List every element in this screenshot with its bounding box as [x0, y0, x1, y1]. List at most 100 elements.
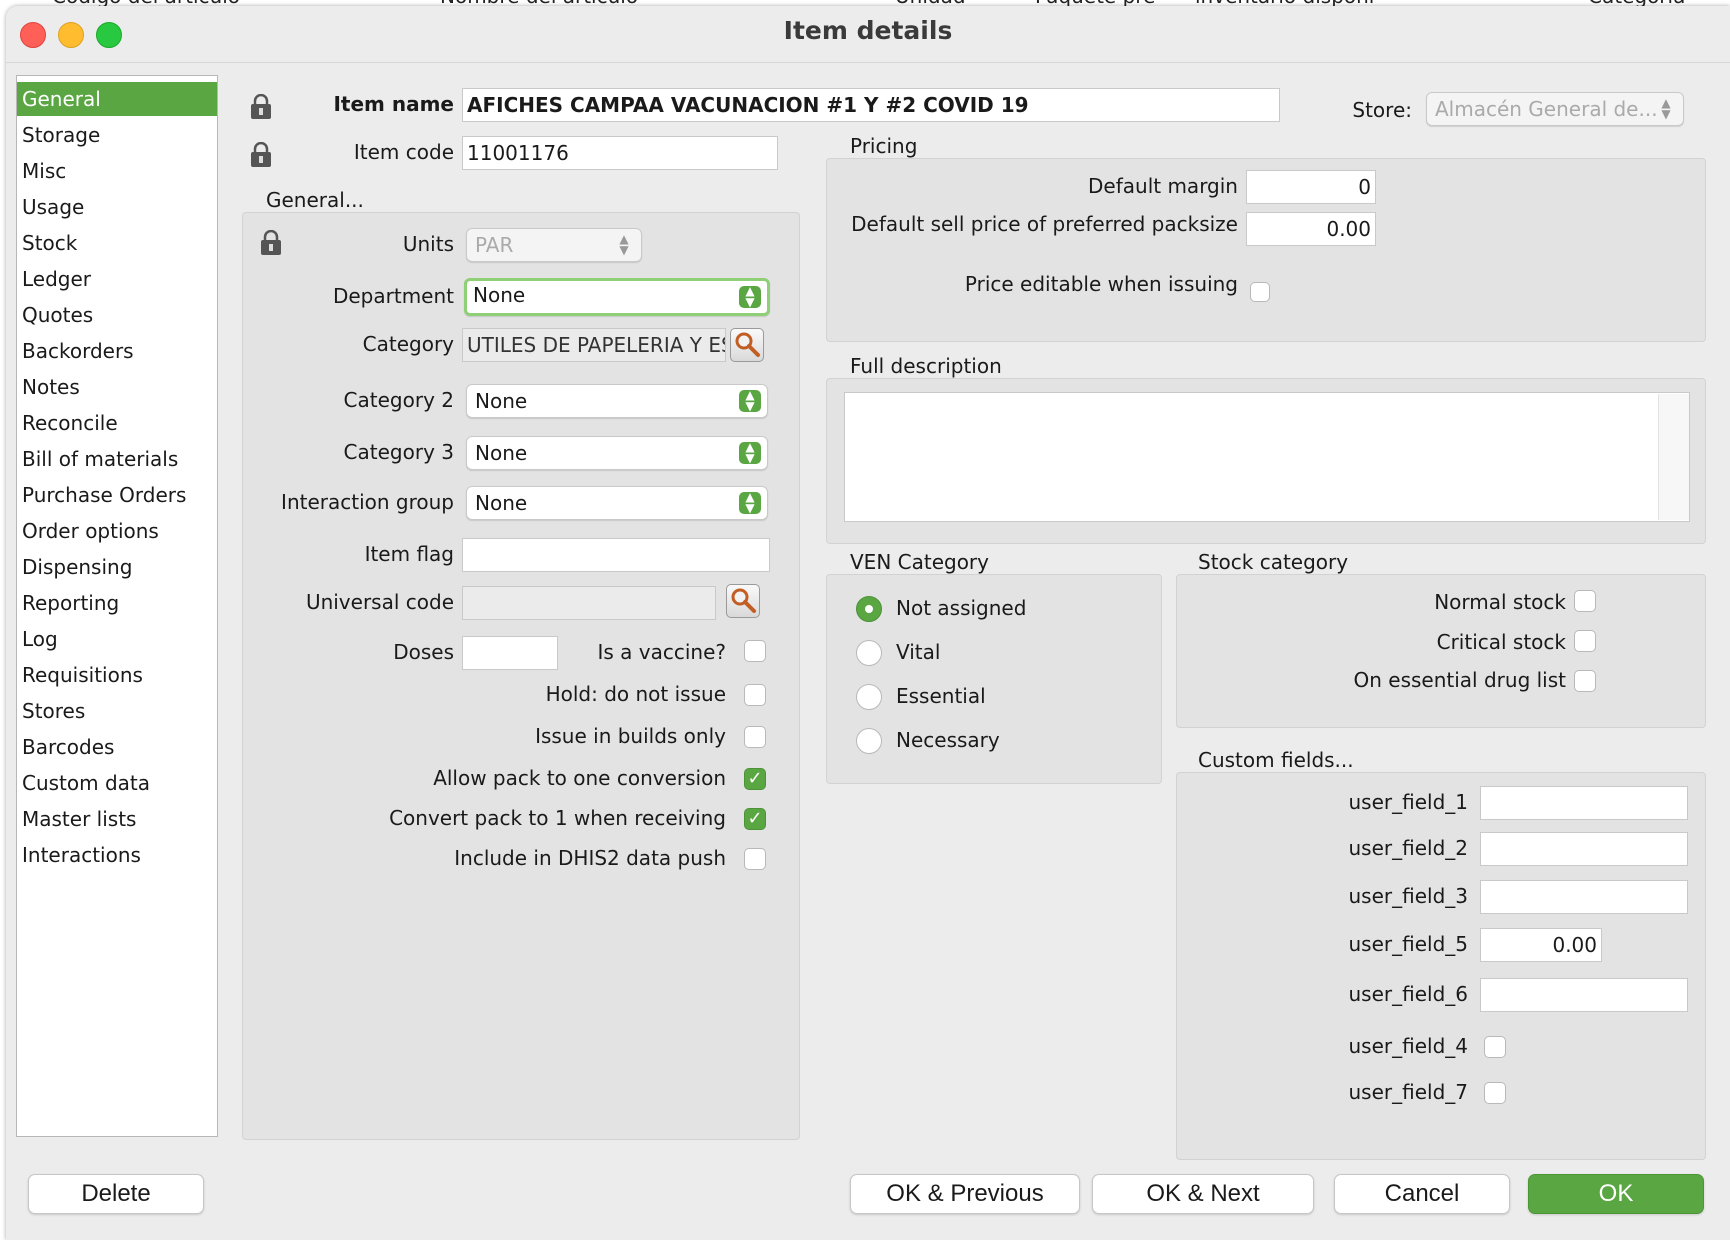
user-field-5-input[interactable]: 0.00 [1480, 928, 1602, 962]
pricing-section-label: Pricing [850, 134, 918, 158]
item-code-input[interactable]: 11001176 [462, 136, 778, 170]
user-field-3-input[interactable] [1480, 880, 1688, 914]
essential-drug-list-checkbox[interactable] [1574, 670, 1596, 692]
interaction-group-label: Interaction group [281, 490, 454, 514]
is-vaccine-checkbox[interactable] [744, 640, 766, 662]
user-field-1-input[interactable] [1480, 786, 1688, 820]
ven-not-assigned-radio[interactable] [856, 596, 882, 622]
sidebar-item-bill-of-materials[interactable]: Bill of materials [17, 442, 217, 476]
issue-in-builds-only-checkbox[interactable] [744, 726, 766, 748]
essential-drug-list-label: On essential drug list [1353, 668, 1567, 692]
department-select[interactable]: None ▲ ▼ [464, 278, 770, 316]
stock-category-label: Stock category [1198, 550, 1349, 574]
universal-code-search-button[interactable] [726, 584, 760, 618]
is-vaccine-label: Is a vaccine? [597, 640, 726, 664]
cancel-button[interactable]: Cancel [1334, 1174, 1510, 1214]
ok-previous-button[interactable]: OK & Previous [850, 1174, 1080, 1214]
normal-stock-label: Normal stock [1434, 590, 1566, 614]
price-editable-checkbox[interactable] [1250, 282, 1270, 302]
chevron-updown-icon: ▲ ▼ [619, 232, 629, 257]
ok-next-button[interactable]: OK & Next [1092, 1174, 1314, 1214]
sidebar-item-reporting[interactable]: Reporting [17, 586, 217, 620]
sidebar-item-notes[interactable]: Notes [17, 370, 217, 404]
default-sell-price-label: Default sell price of preferred packsize [851, 212, 1238, 236]
category3-select[interactable]: None ▲ ▼ [466, 436, 768, 470]
description-scrollbar[interactable] [1658, 394, 1689, 520]
interaction-group-select[interactable]: None ▲ ▼ [466, 486, 768, 520]
item-details-window: Item details General Storage Misc Usage … [6, 6, 1730, 1240]
ven-category-label: VEN Category [850, 550, 989, 574]
sidebar-item-requisitions[interactable]: Requisitions [17, 658, 217, 692]
sidebar-item-general[interactable]: General [17, 82, 217, 116]
units-label: Units [402, 232, 454, 256]
sidebar-item-ledger[interactable]: Ledger [17, 262, 217, 296]
convert-pack-checkbox[interactable]: ✓ [744, 808, 766, 830]
sidebar-item-stores[interactable]: Stores [17, 694, 217, 728]
hold-do-not-issue-checkbox[interactable] [744, 684, 766, 706]
category2-select[interactable]: None ▲ ▼ [466, 384, 768, 418]
category3-value: None [475, 441, 528, 465]
sidebar-item-barcodes[interactable]: Barcodes [17, 730, 217, 764]
user-field-4-label: user_field_4 [1348, 1034, 1468, 1058]
user-field-7-checkbox[interactable] [1484, 1082, 1506, 1104]
item-name-input[interactable]: AFICHES CAMPAA VACUNACION #1 Y #2 COVID … [462, 88, 1280, 122]
magnifier-icon [735, 332, 760, 357]
user-field-6-label: user_field_6 [1348, 982, 1468, 1006]
store-select[interactable]: Almacén General de... ▲ ▼ [1426, 92, 1684, 126]
sidebar-item-log[interactable]: Log [17, 622, 217, 656]
user-field-7-label: user_field_7 [1348, 1080, 1468, 1104]
custom-fields-label: Custom fields... [1198, 748, 1354, 772]
default-sell-price-input[interactable]: 0.00 [1246, 212, 1376, 246]
sidebar-item-dispensing[interactable]: Dispensing [17, 550, 217, 584]
sidebar-item-backorders[interactable]: Backorders [17, 334, 217, 368]
category2-label: Category 2 [343, 388, 454, 412]
sidebar-item-master-lists[interactable]: Master lists [17, 802, 217, 836]
user-field-3-label: user_field_3 [1348, 884, 1468, 908]
user-field-2-input[interactable] [1480, 832, 1688, 866]
category-search-button[interactable] [730, 328, 764, 362]
sidebar-item-interactions[interactable]: Interactions [17, 838, 217, 872]
dhis2-push-label: Include in DHIS2 data push [454, 846, 726, 870]
sidebar-item-purchase-orders[interactable]: Purchase Orders [17, 478, 217, 512]
chevron-updown-icon: ▲ ▼ [739, 491, 761, 514]
category-input[interactable]: UTILES DE PAPELERIA Y ESC [462, 328, 726, 362]
sidebar-item-misc[interactable]: Misc [17, 154, 217, 188]
allow-pack-to-one-label: Allow pack to one conversion [433, 766, 726, 790]
department-value: None [473, 283, 526, 307]
ven-vital-radio[interactable] [856, 640, 882, 666]
delete-button[interactable]: Delete [28, 1174, 204, 1214]
item-flag-input[interactable] [462, 538, 770, 572]
sidebar-item-stock[interactable]: Stock [17, 226, 217, 260]
full-description-label: Full description [850, 354, 1002, 378]
default-margin-input[interactable]: 0 [1246, 170, 1376, 204]
dhis2-push-checkbox[interactable] [744, 848, 766, 870]
window-title: Item details [783, 16, 953, 45]
sidebar-item-order-options[interactable]: Order options [17, 514, 217, 548]
normal-stock-checkbox[interactable] [1574, 590, 1596, 612]
interaction-group-value: None [475, 491, 528, 515]
sidebar-item-storage[interactable]: Storage [17, 118, 217, 152]
lock-icon[interactable] [250, 94, 272, 120]
chevron-updown-icon: ▲ ▼ [1661, 96, 1671, 121]
user-field-4-checkbox[interactable] [1484, 1036, 1506, 1058]
lock-icon[interactable] [250, 142, 272, 168]
ven-necessary-radio[interactable] [856, 728, 882, 754]
full-description-textarea[interactable] [844, 392, 1690, 522]
units-select[interactable]: PAR ▲ ▼ [466, 228, 642, 262]
ven-essential-radio[interactable] [856, 684, 882, 710]
user-field-6-input[interactable] [1480, 978, 1688, 1012]
item-flag-label: Item flag [364, 542, 454, 566]
allow-pack-to-one-checkbox[interactable]: ✓ [744, 768, 766, 790]
universal-code-input[interactable] [462, 586, 716, 620]
sidebar-item-custom-data[interactable]: Custom data [17, 766, 217, 800]
sidebar-item-usage[interactable]: Usage [17, 190, 217, 224]
magnifier-icon [731, 588, 756, 613]
sidebar-item-quotes[interactable]: Quotes [17, 298, 217, 332]
critical-stock-checkbox[interactable] [1574, 630, 1596, 652]
category-label: Category [362, 332, 454, 356]
user-field-2-label: user_field_2 [1348, 836, 1468, 860]
critical-stock-label: Critical stock [1436, 630, 1566, 654]
price-editable-label: Price editable when issuing [964, 272, 1238, 296]
ok-button[interactable]: OK [1528, 1174, 1704, 1214]
sidebar-item-reconcile[interactable]: Reconcile [17, 406, 217, 440]
